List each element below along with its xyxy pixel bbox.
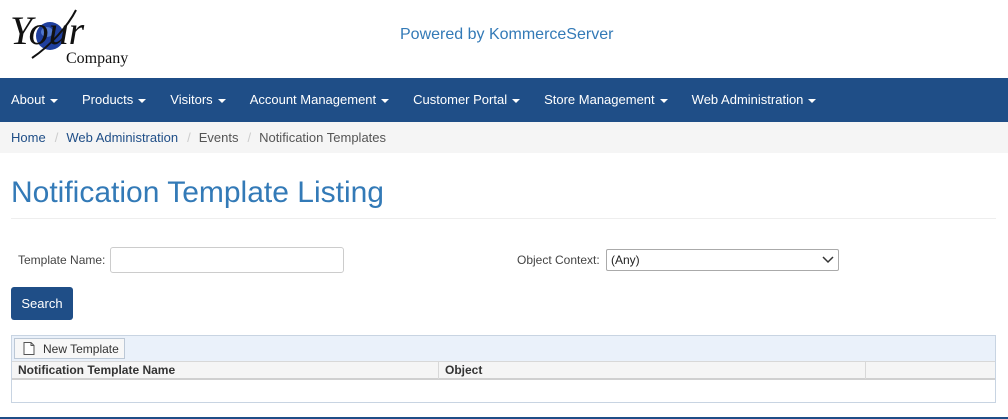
breadcrumb-home[interactable]: Home	[11, 130, 46, 145]
page-title: Notification Template Listing	[11, 176, 384, 209]
caret-down-icon	[512, 98, 521, 103]
nav-item-visitors[interactable]: Visitors	[159, 78, 238, 122]
object-context-label: Object Context:	[517, 253, 600, 267]
caret-down-icon	[381, 98, 390, 103]
nav-item-customer-portal[interactable]: Customer Portal	[402, 78, 533, 122]
nav-item-about[interactable]: About	[0, 78, 71, 122]
logo-graphic: Your Company	[10, 8, 128, 67]
caret-down-icon	[217, 98, 226, 103]
template-name-label: Template Name:	[18, 253, 106, 267]
company-logo[interactable]: Your Company	[10, 6, 140, 68]
nav-label: About	[11, 92, 45, 107]
nav-item-account-management[interactable]: Account Management	[239, 78, 402, 122]
new-template-button[interactable]: New Template	[14, 338, 125, 359]
breadcrumb-events: Events	[198, 130, 239, 145]
caret-down-icon	[49, 98, 58, 103]
logo-word-company: Company	[66, 50, 128, 67]
caret-down-icon	[138, 98, 147, 103]
grid-header-row: Notification Template Name Object	[12, 361, 995, 380]
nav-item-store-management[interactable]: Store Management	[533, 78, 681, 122]
grid-toolbar: New Template	[12, 336, 995, 361]
column-header-object[interactable]: Object	[439, 362, 866, 379]
chevron-down-icon	[822, 256, 834, 264]
breadcrumb: Home / Web Administration / Events / Not…	[0, 122, 1008, 153]
breadcrumb-separator: /	[54, 130, 59, 145]
object-context-select[interactable]: (Any)	[606, 249, 839, 271]
template-name-input[interactable]	[110, 247, 344, 273]
nav-item-products[interactable]: Products	[71, 78, 159, 122]
nav-label: Account Management	[249, 92, 377, 107]
search-button[interactable]: Search	[11, 287, 73, 320]
breadcrumb-web-administration[interactable]: Web Administration	[66, 130, 178, 145]
object-context-value: (Any)	[611, 253, 640, 267]
templates-grid: New Template Notification Template Name …	[11, 335, 996, 403]
site-header: Your Company Powered by KommerceServer	[0, 0, 1008, 78]
nav-label: Web Administration	[691, 92, 804, 107]
nav-item-web-administration[interactable]: Web Administration	[681, 78, 830, 122]
breadcrumb-separator: /	[187, 130, 191, 145]
main-navbar: About Products Visitors Account Manageme…	[0, 78, 1008, 122]
caret-down-icon	[659, 98, 668, 103]
nav-label: Customer Portal	[413, 92, 508, 107]
column-header-template-name[interactable]: Notification Template Name	[12, 362, 439, 379]
new-template-label: New Template	[43, 341, 119, 356]
breadcrumb-current: Notification Templates	[259, 130, 387, 145]
nav-label: Products	[81, 92, 134, 107]
breadcrumb-separator: /	[247, 130, 252, 145]
logo-word-your: Your	[10, 8, 85, 53]
nav-label: Store Management	[544, 92, 655, 107]
column-header-actions	[866, 362, 995, 379]
new-document-icon	[23, 342, 35, 355]
title-divider	[11, 218, 996, 219]
powered-by-text: Powered by KommerceServer	[400, 26, 614, 43]
nav-label: Visitors	[170, 92, 213, 107]
caret-down-icon	[808, 98, 817, 103]
